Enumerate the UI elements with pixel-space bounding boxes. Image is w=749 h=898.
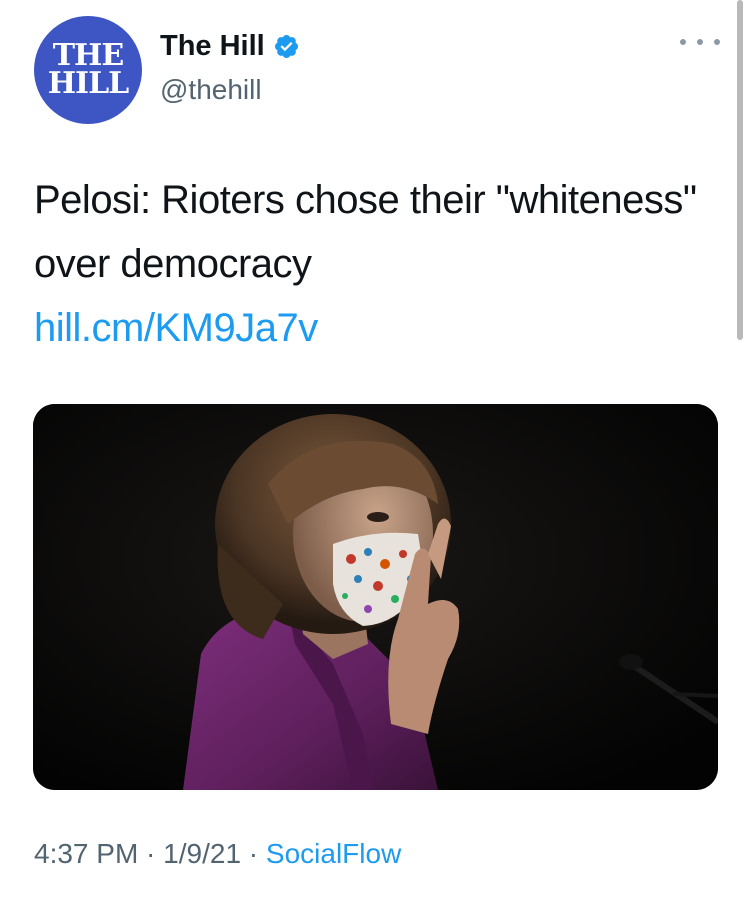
tweet-text: Pelosi: Rioters chose their "whiteness" … [34,178,697,286]
meta-separator: · [138,838,164,869]
author-handle[interactable]: @thehill [160,74,262,106]
tweet-time[interactable]: 4:37 PM [34,838,138,869]
more-dot [680,39,686,45]
tweet-source-link[interactable]: SocialFlow [266,838,401,869]
scrollbar[interactable] [737,0,743,340]
tweet-link[interactable]: hill.cm/KM9Ja7v [34,296,318,360]
tweet: THE HILL The Hill @thehill Pelosi: Riote… [0,0,749,898]
photo-illustration [33,404,718,790]
tweet-date[interactable]: 1/9/21 [163,838,241,869]
avatar-logo-text: THE HILL [47,38,130,101]
avatar[interactable]: THE HILL [34,16,142,124]
tweet-photo[interactable] [33,404,718,790]
more-dot [714,39,720,45]
author-name-row: The Hill [160,30,300,63]
meta-separator: · [241,838,266,869]
display-name[interactable]: The Hill [160,30,265,63]
more-options-icon[interactable] [680,34,720,50]
more-dot [697,39,703,45]
tweet-meta: 4:37 PM · 1/9/21 · SocialFlow [34,838,401,870]
verified-badge-icon [273,33,300,60]
